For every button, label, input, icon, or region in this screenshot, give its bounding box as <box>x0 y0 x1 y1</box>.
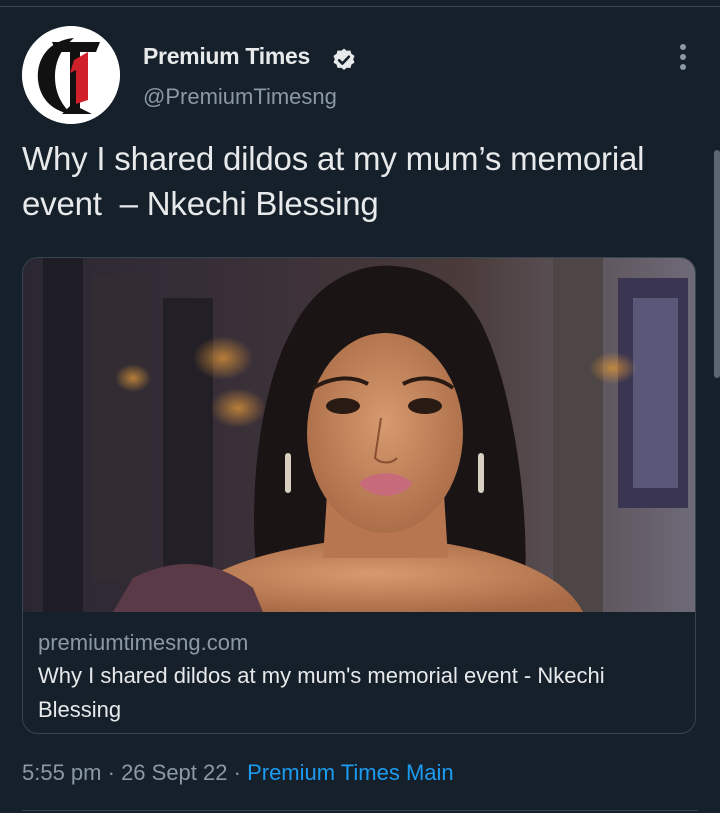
tweet-text: Why I shared dildos at my mum’s memorial… <box>22 140 654 222</box>
tweet-source-link[interactable]: Premium Times Main <box>247 760 454 785</box>
card-title: Why I shared dildos at my mum's memorial… <box>38 663 605 722</box>
author-handle[interactable]: @PremiumTimesng <box>143 84 337 110</box>
tweet-time[interactable]: 5:55 pm <box>22 760 102 785</box>
tweet-date[interactable]: 26 Sept 22 <box>121 760 227 785</box>
tweet-detail-view: Premium Times @PremiumTimesng Why I shar… <box>0 0 720 813</box>
portrait-photo-image <box>23 258 695 612</box>
link-preview-card[interactable]: premiumtimesng.com Why I shared dildos a… <box>22 257 696 734</box>
verified-badge-icon <box>333 48 355 70</box>
tweet-metadata: 5:55 pm · 26 Sept 22 · Premium Times Mai… <box>22 760 454 786</box>
author-avatar[interactable] <box>22 26 120 124</box>
bottom-divider <box>22 810 698 811</box>
premium-times-logo-icon <box>22 26 120 124</box>
scrollbar[interactable] <box>714 150 720 378</box>
more-options-icon[interactable] <box>672 42 694 72</box>
meta-separator: · <box>227 760 248 785</box>
card-domain: premiumtimesng.com <box>38 630 249 655</box>
top-divider <box>0 6 720 7</box>
meta-separator: · <box>101 760 122 785</box>
author-name[interactable]: Premium Times <box>143 43 310 70</box>
